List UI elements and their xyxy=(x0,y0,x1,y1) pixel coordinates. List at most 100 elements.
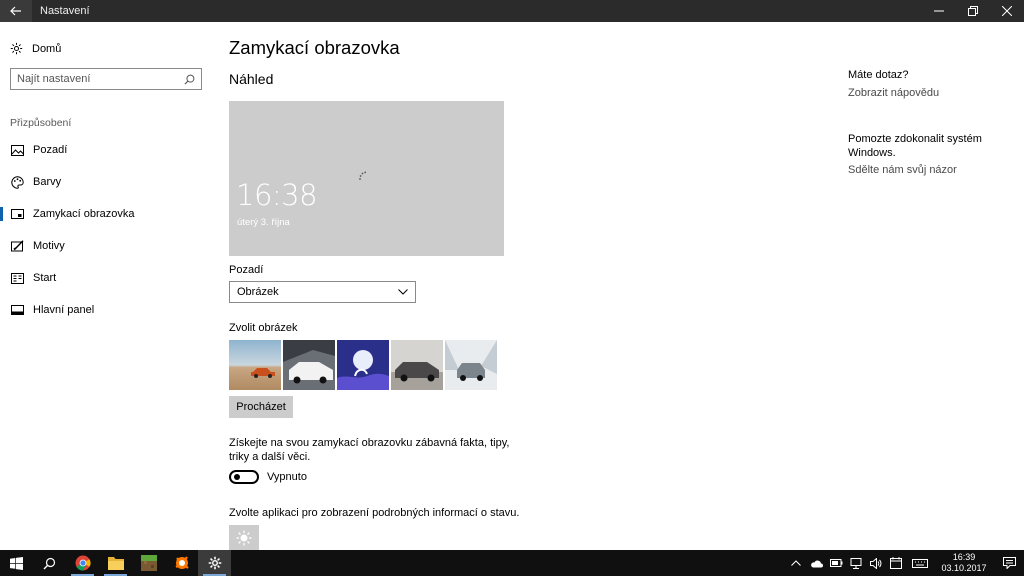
title-bar: Nastavení xyxy=(0,0,1024,22)
restore-icon xyxy=(968,6,978,16)
chrome-icon xyxy=(75,555,91,571)
tray-keyboard[interactable] xyxy=(906,550,934,576)
search-icon xyxy=(184,74,195,84)
picture-thumbnails xyxy=(229,340,497,390)
thumbnail-white-car[interactable] xyxy=(283,340,335,390)
taskbar-clock[interactable]: 16:39 03.10.2017 xyxy=(934,552,994,574)
taskbar-search-button[interactable] xyxy=(33,550,66,576)
status-app-label: Zvolte aplikaci pro zobrazení podrobných… xyxy=(229,507,520,519)
sidebar-item-themes[interactable]: Motivy xyxy=(0,232,212,260)
sidebar-item-label: Start xyxy=(33,272,57,284)
taskbar-settings[interactable] xyxy=(198,550,231,576)
system-tray: 16:39 03.10.2017 xyxy=(786,550,1024,576)
show-hidden-icons[interactable] xyxy=(786,550,806,576)
background-label: Pozadí xyxy=(229,264,264,276)
tray-battery[interactable] xyxy=(826,550,846,576)
battery-icon xyxy=(829,559,842,567)
taskbar-icon xyxy=(10,303,24,317)
sidebar-item-label: Motivy xyxy=(33,240,65,252)
picture-icon xyxy=(10,143,24,157)
minecraft-icon xyxy=(140,555,157,571)
sidebar-item-label: Zamykací obrazovka xyxy=(33,208,135,220)
tray-calendar[interactable] xyxy=(886,550,906,576)
page-title: Zamykací obrazovka xyxy=(229,37,400,58)
background-dropdown[interactable]: Obrázek xyxy=(229,281,416,303)
preview-heading: Náhled xyxy=(229,71,274,87)
start-icon xyxy=(10,271,24,285)
thumbnail-moon-swan[interactable] xyxy=(337,340,389,390)
taskbar-minecraft[interactable] xyxy=(132,550,165,576)
home-link[interactable]: Domů xyxy=(10,42,61,55)
minimize-icon xyxy=(934,10,944,12)
brush-icon xyxy=(10,239,24,253)
close-icon xyxy=(1002,6,1012,16)
choose-picture-label: Zvolit obrázek xyxy=(229,322,298,334)
lock-screen-icon xyxy=(10,207,24,221)
thumbnail-desert-car[interactable] xyxy=(229,340,281,390)
thumbnail-dark-car[interactable] xyxy=(391,340,443,390)
gear-icon xyxy=(10,42,23,55)
loading-spinner-icon xyxy=(359,171,367,180)
sidebar-item-label: Barvy xyxy=(33,176,62,188)
maximize-button[interactable] xyxy=(956,0,990,22)
preview-date: úterý 3. října xyxy=(237,217,290,228)
question-heading: Máte dotaz? xyxy=(848,69,909,81)
start-button[interactable] xyxy=(0,550,33,576)
section-label: Přizpůsobení xyxy=(10,117,72,129)
home-label: Domů xyxy=(32,42,62,55)
improve-heading: Pomozte zdokonalit systém Windows. xyxy=(848,133,982,159)
sidebar-item-label: Hlavní panel xyxy=(33,304,95,316)
windows-start-icon xyxy=(10,556,23,570)
chevron-up-icon xyxy=(791,560,801,566)
action-center-button[interactable] xyxy=(994,550,1024,576)
sidebar-item-background[interactable]: Pozadí xyxy=(0,136,212,164)
minimize-button[interactable] xyxy=(922,0,956,22)
feedback-link[interactable]: Sdělte nám svůj názor xyxy=(848,164,957,176)
close-button[interactable] xyxy=(990,0,1024,22)
sidebar-item-start[interactable]: Start xyxy=(0,264,212,292)
tips-description: Získejte na svou zamykací obrazovku zába… xyxy=(229,437,510,463)
sidebar-item-lock-screen[interactable]: Zamykací obrazovka xyxy=(0,200,212,228)
chevron-down-icon xyxy=(398,289,408,295)
palette-icon xyxy=(10,175,24,189)
taskbar: 16:39 03.10.2017 xyxy=(0,550,1024,576)
lock-screen-preview: 16:38 úterý 3. října xyxy=(229,101,504,256)
cloud-icon xyxy=(810,560,823,567)
taskbar-chrome[interactable] xyxy=(66,550,99,576)
taskbar-file-explorer[interactable] xyxy=(99,550,132,576)
search-icon xyxy=(43,557,56,569)
thumbnail-snow-suv[interactable] xyxy=(445,340,497,390)
browse-button[interactable]: Procházet xyxy=(229,396,293,418)
notification-icon xyxy=(1002,557,1016,569)
keyboard-icon xyxy=(912,558,928,568)
network-icon xyxy=(850,557,862,569)
sun-icon xyxy=(236,530,252,545)
window-title: Nastavení xyxy=(40,5,90,17)
volume-icon xyxy=(870,557,882,569)
back-arrow-icon xyxy=(10,6,21,16)
calendar-icon xyxy=(890,557,902,569)
sidebar-item-taskbar[interactable]: Hlavní panel xyxy=(0,296,212,324)
avast-icon xyxy=(174,556,189,569)
clock-date: 03.10.2017 xyxy=(941,563,987,573)
tips-toggle-label: Vypnuto xyxy=(267,471,307,483)
tray-onedrive[interactable] xyxy=(806,550,826,576)
file-explorer-icon xyxy=(107,557,124,570)
status-app-button[interactable] xyxy=(229,525,259,550)
tray-volume[interactable] xyxy=(866,550,886,576)
taskbar-avast[interactable] xyxy=(165,550,198,576)
search-input[interactable] xyxy=(17,73,184,85)
search-field[interactable] xyxy=(10,68,202,90)
background-dropdown-value: Obrázek xyxy=(237,286,279,298)
sidebar: Domů Přizpůsobení Pozadí Barvy Zamykací … xyxy=(0,22,212,550)
clock-time: 16:39 xyxy=(952,552,976,562)
tray-network[interactable] xyxy=(846,550,866,576)
tips-toggle[interactable] xyxy=(229,470,259,484)
sidebar-item-label: Pozadí xyxy=(33,144,68,156)
help-link[interactable]: Zobrazit nápovědu xyxy=(848,87,939,99)
toggle-knob xyxy=(234,474,240,480)
sidebar-item-colors[interactable]: Barvy xyxy=(0,168,212,196)
preview-time: 16:38 xyxy=(236,178,318,212)
settings-icon xyxy=(208,556,221,570)
back-button[interactable] xyxy=(0,0,32,22)
